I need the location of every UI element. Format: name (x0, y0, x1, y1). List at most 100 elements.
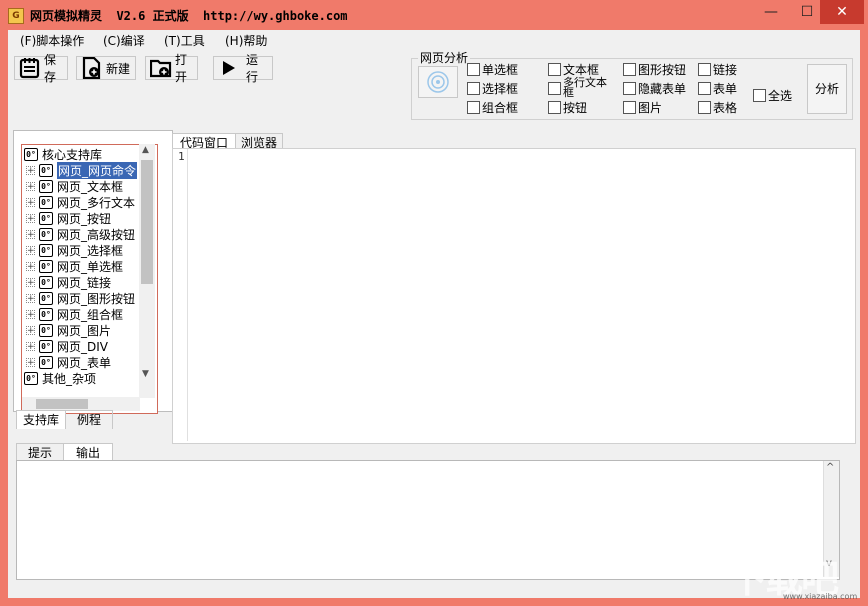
expand-icon[interactable]: + (26, 277, 35, 287)
tree-item[interactable]: +0° 网页_文本框 (26, 178, 123, 194)
checkbox-link-label: 链接 (713, 62, 738, 77)
checkbox-select-all[interactable]: 全选 (753, 87, 792, 103)
tree-item[interactable]: +0° 网页_多行文本 (26, 194, 135, 210)
tree-horizontal-scroll-thumb[interactable] (36, 399, 88, 409)
scroll-up-icon[interactable]: ^ (826, 462, 834, 473)
checkbox-image[interactable]: 图片 (623, 99, 662, 115)
checkbox-textbox[interactable]: 文本框 (548, 61, 599, 77)
scroll-up-icon[interactable]: ▲ (142, 145, 149, 155)
code-editor[interactable] (172, 148, 856, 444)
module-icon: 0° (24, 147, 38, 161)
checkbox-form[interactable]: 表单 (698, 80, 737, 96)
output-panel[interactable] (16, 460, 840, 580)
tree-item[interactable]: +0° 网页_单选框 (26, 258, 123, 274)
expand-icon[interactable]: + (26, 261, 35, 271)
tree-item[interactable]: +0° 网页_网页命令 (26, 161, 138, 179)
tree-item-label: 网页_图片 (57, 323, 112, 338)
expand-icon[interactable]: + (26, 229, 35, 239)
checkbox-image-label: 图片 (638, 100, 663, 115)
tree-item[interactable]: +0° 网页_按钮 (26, 210, 111, 226)
checkbox-link[interactable]: 链接 (698, 61, 737, 77)
menu-help[interactable]: (H)帮助 (225, 32, 267, 50)
expand-icon[interactable]: + (26, 325, 35, 335)
module-icon: 0° (39, 163, 53, 177)
save-label: 保存 (44, 53, 57, 84)
expand-icon[interactable]: + (26, 213, 35, 223)
tree-item[interactable]: +0° 网页_链接 (26, 274, 111, 290)
tab-examples[interactable]: 例程 (65, 410, 113, 429)
expand-icon[interactable]: + (26, 197, 35, 207)
expand-icon[interactable]: + (26, 357, 35, 367)
app-icon: G (8, 8, 24, 24)
checkbox-hidden-form[interactable]: 隐藏表单 (623, 80, 686, 96)
checkbox-button[interactable]: 按钮 (548, 99, 587, 115)
checkbox-hidden-form-label: 隐藏表单 (638, 81, 687, 96)
tree-item[interactable]: +0° 网页_选择框 (26, 242, 123, 258)
tree-root-other[interactable]: 0° 其他_杂项 (24, 370, 96, 386)
open-button[interactable]: 打开 (145, 53, 198, 84)
tree-item-label: 网页_单选框 (57, 259, 124, 274)
tree-item-label: 网页_高级按钮 (57, 227, 136, 242)
module-icon: 0° (39, 179, 53, 193)
line-number-gutter (173, 149, 188, 441)
tree-item[interactable]: +0° 网页_图片 (26, 322, 111, 338)
tree-item-label: 网页_选择框 (57, 243, 124, 258)
menu-compile[interactable]: (C)编译 (103, 32, 145, 50)
module-icon: 0° (39, 307, 53, 321)
expand-icon[interactable]: + (26, 341, 35, 351)
tree-item[interactable]: +0° 网页_组合框 (26, 306, 123, 322)
line-number: 1 (178, 150, 185, 163)
tree-item[interactable]: +0° 网页_图形按钮 (26, 290, 135, 306)
tree-item-label: 网页_网页命令 (57, 161, 138, 179)
checkbox-select-label: 选择框 (482, 81, 519, 96)
menu-tools[interactable]: (T)工具 (164, 32, 205, 50)
checkbox-select[interactable]: 选择框 (467, 80, 518, 96)
module-icon: 0° (39, 195, 53, 209)
save-button[interactable]: 保存 (14, 53, 68, 84)
expand-icon[interactable]: + (26, 245, 35, 255)
tree-item-label: 网页_DIV (57, 339, 108, 354)
close-button[interactable]: ✕ (820, 0, 864, 24)
tree-root-core[interactable]: 0° 核心支持库 (24, 146, 102, 162)
checkbox-radio[interactable]: 单选框 (467, 61, 518, 77)
run-label: 运行 (246, 53, 259, 84)
module-icon: 0° (24, 371, 38, 385)
library-tree[interactable]: 0° 核心支持库 +0° 网页_网页命令 +0° 网页_文本框 +0° 网页_多行文本 +0… (21, 144, 158, 414)
watermark-url: www.xiazaiba.com (783, 592, 858, 601)
new-button[interactable]: 新建 (76, 56, 136, 80)
expand-icon[interactable]: + (26, 181, 35, 191)
expand-icon[interactable]: + (26, 309, 35, 319)
checkbox-image-button[interactable]: 图形按钮 (623, 61, 686, 77)
window-title: 网页模拟精灵 V2.6 正式版 http://wy.ghboke.com (30, 9, 348, 23)
tree-vertical-scroll-thumb[interactable] (141, 160, 153, 284)
new-label: 新建 (106, 61, 131, 76)
checkbox-table-label: 表格 (713, 100, 738, 115)
tree-item[interactable]: +0° 网页_DIV (26, 338, 108, 354)
tree-item[interactable]: +0° 网页_表单 (26, 354, 111, 370)
module-icon: 0° (39, 291, 53, 305)
save-icon (19, 58, 40, 79)
expand-icon[interactable]: + (26, 165, 35, 175)
module-icon: 0° (39, 339, 53, 353)
checkbox-combo-label: 组合框 (482, 100, 519, 115)
tree-item-label: 网页_多行文本 (57, 195, 136, 210)
checkbox-table[interactable]: 表格 (698, 99, 737, 115)
menu-script[interactable]: (F)脚本操作 (20, 32, 84, 50)
client-area: (F)脚本操作 (C)编译 (T)工具 (H)帮助 保存 新建 打开 运行 网页… (8, 30, 860, 598)
play-icon (223, 61, 235, 75)
tree-item[interactable]: +0° 网页_高级按钮 (26, 226, 135, 242)
analysis-icon-button[interactable] (418, 66, 458, 98)
expand-icon[interactable]: + (26, 293, 35, 303)
checkbox-combo[interactable]: 组合框 (467, 99, 518, 115)
checkbox-form-label: 表单 (713, 81, 738, 96)
tree-other-label: 其他_杂项 (42, 371, 97, 386)
checkbox-radio-label: 单选框 (482, 62, 519, 77)
module-icon: 0° (39, 259, 53, 273)
tree-root-label: 核心支持库 (42, 147, 103, 162)
open-folder-icon (150, 59, 172, 78)
analyze-button[interactable]: 分析 (807, 64, 847, 114)
scroll-down-icon[interactable]: ▼ (142, 369, 149, 379)
checkbox-multiline[interactable]: 多行文本框 (548, 76, 611, 100)
run-button[interactable]: 运行 (213, 53, 273, 84)
tab-library[interactable]: 支持库 (16, 410, 66, 429)
